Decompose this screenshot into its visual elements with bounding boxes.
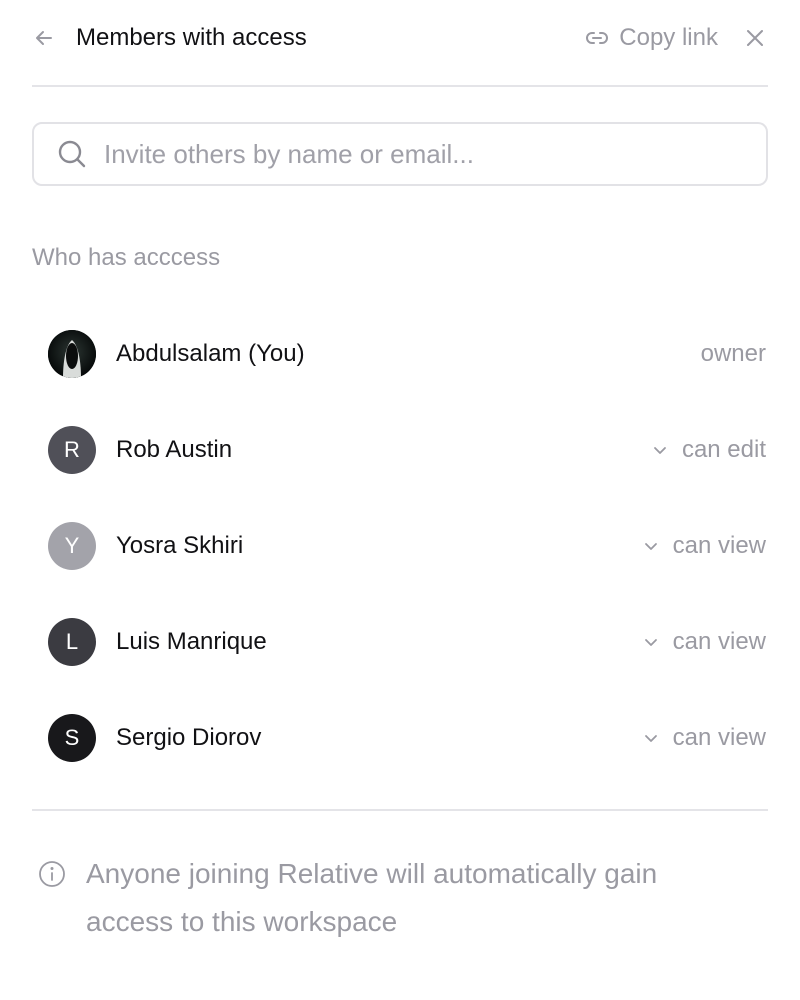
copy-link-label: Copy link [619,24,718,51]
role-text: can view [672,532,766,559]
member-name: Yosra Skhiri [116,532,244,559]
member-name: Sergio Diorov [116,724,262,751]
member-row: R Rob Austin can edit [48,402,766,498]
avatar [48,330,96,378]
close-button[interactable] [744,27,766,49]
back-button[interactable] [32,26,56,50]
search-icon [58,140,86,168]
close-icon [747,30,763,46]
invite-search-box [32,122,768,186]
dialog-title: Members with access [76,24,307,51]
members-list: Abdulsalam (You) owner R Rob Austin can … [48,306,766,786]
role-dropdown[interactable]: can view [643,690,766,786]
role-dropdown[interactable]: can view [643,594,766,690]
member-role-label: owner [701,306,766,402]
chevron-down-icon [644,543,657,550]
info-text: Anyone joining Relative will automatical… [86,858,658,937]
chevron-down-icon [644,639,657,646]
avatar-initial: Y [64,533,80,558]
member-name: Luis Manrique [116,628,267,655]
dialog-header: Members with access Copy link [32,0,768,87]
member-row: L Luis Manrique can view [48,594,766,690]
copy-link-button[interactable]: Copy link [585,24,718,52]
avatar: Y [48,522,96,570]
chevron-down-icon [644,735,657,742]
member-row: Abdulsalam (You) owner [48,306,766,402]
divider [32,809,768,811]
chevron-down-icon [654,447,666,454]
member-name: Abdulsalam (You) [116,340,305,367]
avatar: S [48,714,96,762]
role-dropdown[interactable]: can view [643,498,766,594]
avatar-initial: S [64,725,80,750]
arrow-left-icon [36,31,52,45]
link-icon [586,32,609,44]
section-label-who-has-access: Who has acccess [32,244,221,271]
role-dropdown[interactable]: can edit [652,402,766,498]
member-row: Y Yosra Skhiri can view [48,498,766,594]
avatar: R [48,426,96,474]
member-name: Rob Austin [116,436,233,463]
avatar-initial: L [65,629,79,654]
role-text: can edit [681,436,766,463]
member-row: S Sergio Diorov can view [48,690,766,786]
role-text: can view [672,628,766,655]
avatar-initial: R [64,437,80,462]
invite-input[interactable] [104,138,704,170]
role-text: can view [672,724,766,751]
user-photo [48,330,96,378]
role-text: owner [700,340,766,367]
avatar: L [48,618,96,666]
info-icon [39,861,65,887]
